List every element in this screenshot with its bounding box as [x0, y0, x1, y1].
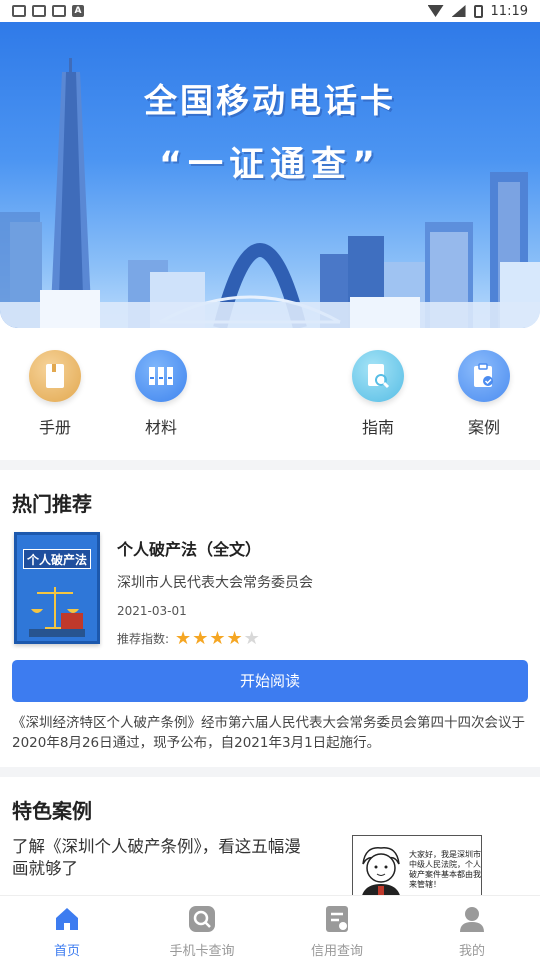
binders-icon	[135, 350, 187, 402]
search-icon	[187, 904, 217, 934]
nav-credit-query[interactable]: 信用查询	[287, 904, 387, 959]
hot-section-title: 热门推荐	[12, 492, 92, 516]
quick-menu-label: 材料	[144, 418, 177, 437]
book-cover[interactable]: 个人破产法	[14, 532, 100, 644]
quick-menu-manual[interactable]: 手册	[15, 350, 95, 438]
star-filled-icon: ★	[192, 627, 209, 649]
nav-label: 首页	[53, 944, 80, 959]
rating-stars: ★ ★ ★ ★ ★	[175, 627, 260, 649]
quick-menu-materials[interactable]: 材料	[121, 350, 201, 438]
case-title[interactable]: 了解《深圳个人破产条例》，看这五幅漫画就够了	[12, 836, 312, 880]
nav-label: 信用查询	[310, 944, 363, 959]
quick-menu-label: 手册	[38, 418, 71, 437]
section-divider	[0, 767, 540, 777]
star-empty-icon: ★	[243, 627, 260, 649]
nav-home[interactable]: 首页	[17, 904, 117, 959]
nav-sim-query[interactable]: 手机卡查询	[152, 904, 252, 959]
bottom-navigation: 首页 手机卡查询 信用查询 我的	[0, 895, 540, 960]
wifi-icon	[427, 5, 444, 17]
star-filled-icon: ★	[209, 627, 226, 649]
quick-menu-guide[interactable]: 指南	[338, 350, 418, 438]
book-title: 个人破产法（全文）	[117, 540, 262, 559]
comic-character-image	[361, 847, 401, 898]
battery-icon	[473, 4, 483, 18]
home-icon	[52, 904, 82, 934]
book-info[interactable]: 个人破产法（全文） 深圳市人民代表大会常务委员会 2021-03-01 推荐指数…	[117, 536, 517, 647]
star-filled-icon: ★	[226, 627, 243, 649]
comic-speech-bubble: 大家好，我是深圳市中级人民法院，个人破产案件基本都由我来管辖！	[409, 850, 481, 889]
book-icon	[29, 350, 81, 402]
quick-menu-label: 指南	[361, 418, 394, 437]
start-reading-button[interactable]: 开始阅读	[12, 660, 528, 702]
quick-menu-cases[interactable]: 案例	[444, 350, 524, 438]
notification-icons: A	[12, 5, 84, 17]
rating-label: 推荐指数:	[117, 632, 170, 646]
star-filled-icon: ★	[175, 627, 192, 649]
book-author: 深圳市人民代表大会常务委员会	[117, 575, 313, 591]
section-divider	[0, 460, 540, 470]
case-comic-thumbnail[interactable]: 大家好，我是深圳市中级人民法院，个人破产案件基本都由我来管辖！	[352, 835, 482, 899]
featured-section-title: 特色案例	[12, 799, 92, 823]
keyboard-a-icon: A	[72, 5, 84, 17]
quick-menu: 手册 材料 指南 案例	[0, 340, 540, 452]
hero-banner[interactable]: 全国移动电话卡 “一证通查”	[0, 22, 540, 328]
document-search-icon	[352, 350, 404, 402]
nav-mine[interactable]: 我的	[422, 904, 522, 959]
book-description: 《深圳经济特区个人破产条例》经市第六届人民代表大会常务委员会第四十四次会议于20…	[12, 715, 525, 751]
scales-icon	[29, 587, 85, 637]
banner-title: 全国移动电话卡	[144, 81, 396, 120]
banner-subtitle: “一证通查”	[158, 145, 381, 185]
book-rating: 推荐指数: ★ ★ ★ ★ ★	[117, 627, 517, 649]
quick-menu-label: 案例	[467, 418, 500, 437]
clipboard-check-icon	[458, 350, 510, 402]
credit-doc-icon	[322, 904, 352, 934]
signal-icon	[451, 5, 466, 17]
notification-icon	[52, 5, 66, 17]
book-cover-title: 个人破产法	[23, 549, 91, 569]
user-icon	[457, 904, 487, 934]
nav-label: 我的	[458, 944, 485, 959]
book-date: 2021-03-01	[117, 604, 187, 618]
system-icons: 11:19	[427, 3, 528, 19]
notification-icon	[32, 5, 46, 17]
status-bar: A 11:19	[0, 0, 540, 22]
status-time: 11:19	[490, 3, 528, 19]
notification-icon	[12, 5, 26, 17]
nav-label: 手机卡查询	[169, 944, 235, 959]
